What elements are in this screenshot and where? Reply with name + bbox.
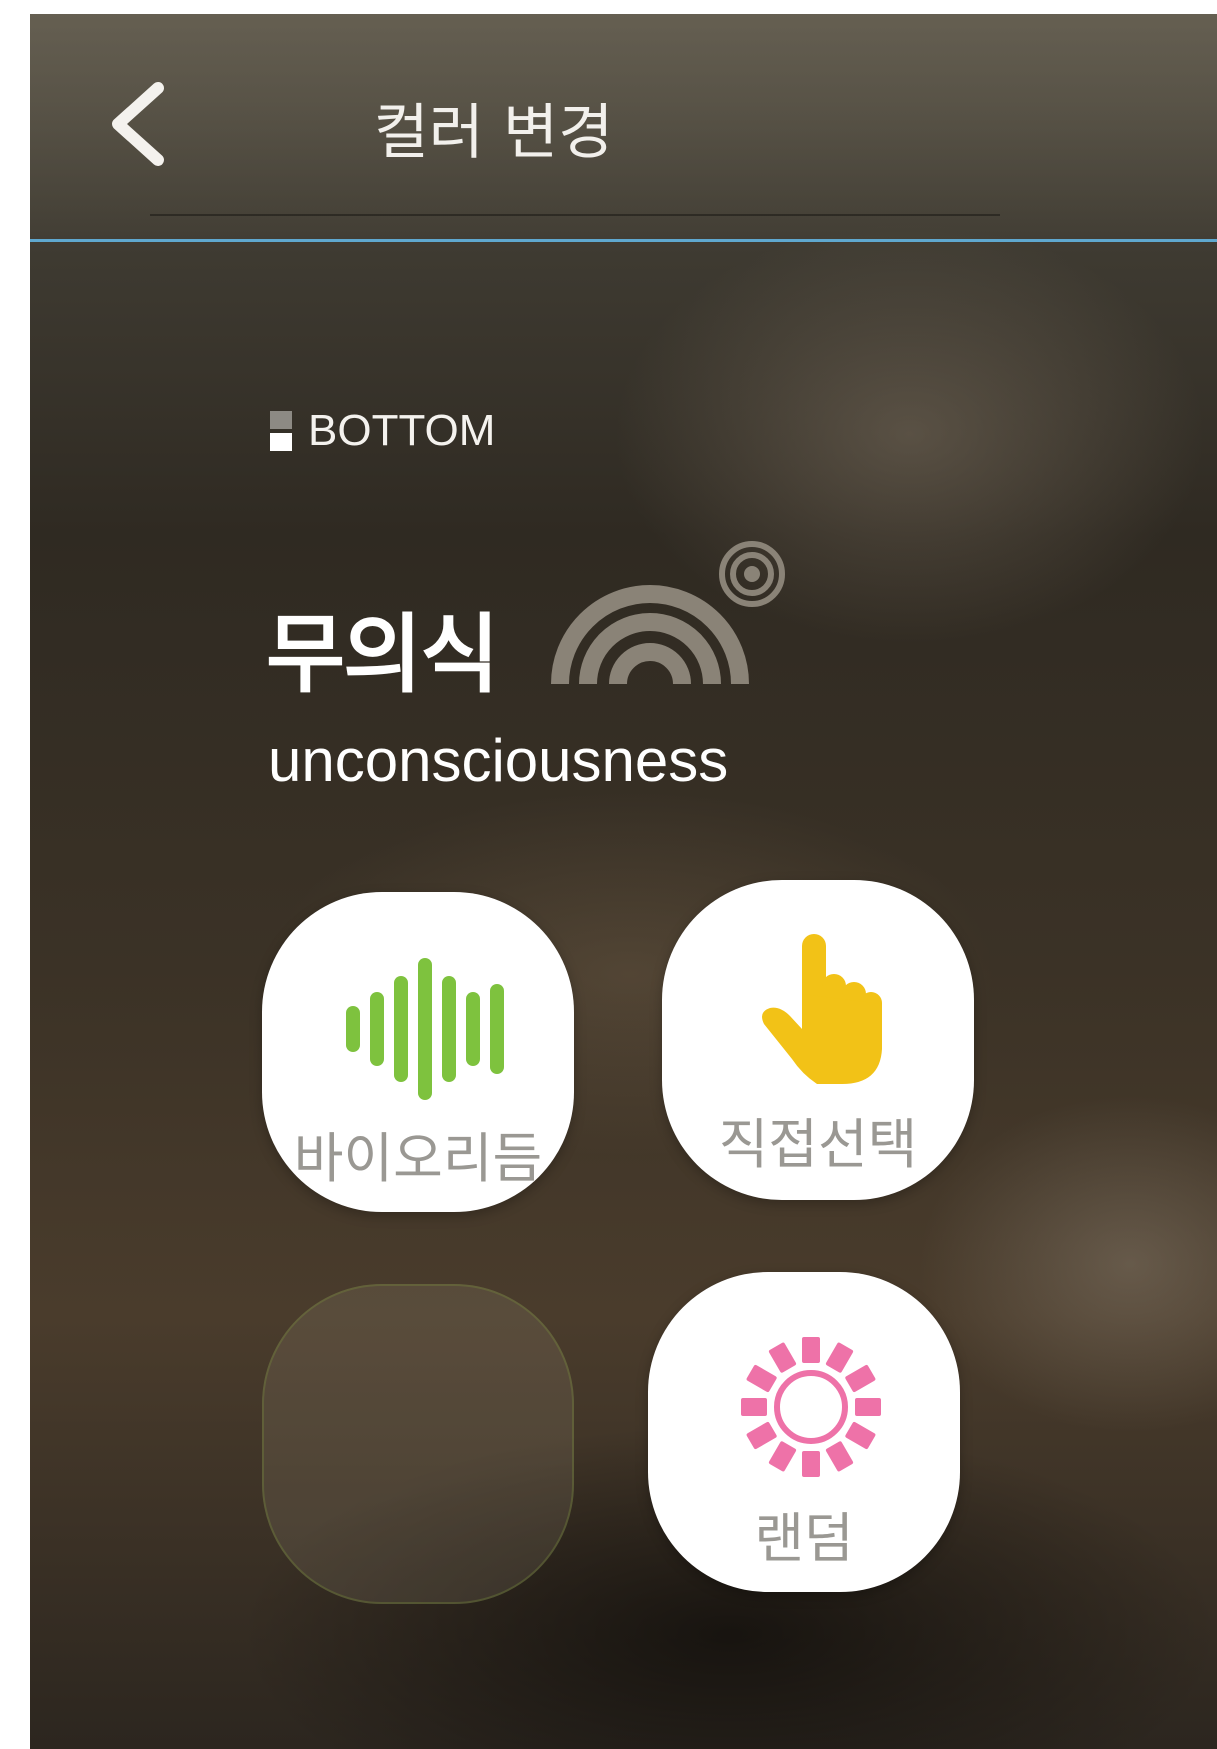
pointing-hand-icon	[762, 934, 882, 1084]
direct-select-button[interactable]: 직접선택	[662, 880, 974, 1200]
mode-title: 무의식	[266, 605, 499, 705]
biorhythm-label: 바이오리듬	[293, 1127, 543, 1190]
header-accent-line	[30, 239, 1217, 242]
biorhythm-button[interactable]: 바이오리듬	[262, 892, 574, 1212]
random-label: 랜덤	[754, 1507, 854, 1570]
header-divider	[150, 214, 1000, 216]
dotted-circle-icon	[741, 1337, 881, 1477]
mode-subtitle: unconsciousness	[268, 727, 729, 794]
bottom-half-icon	[270, 411, 292, 451]
position-indicator: BOTTOM	[270, 406, 495, 456]
direct-select-label: 직접선택	[718, 1113, 918, 1176]
arc-waves-icon	[551, 541, 785, 685]
soundwave-icon	[346, 958, 504, 1100]
page-title: 컬러 변경	[373, 98, 614, 168]
position-label: BOTTOM	[308, 406, 496, 455]
empty-slot	[262, 1284, 574, 1604]
random-button[interactable]: 랜덤	[648, 1272, 960, 1592]
app-screen: 컬러 변경 BOTTOM 무의식 unconsciousness 바이오리듬 직…	[30, 14, 1217, 1749]
